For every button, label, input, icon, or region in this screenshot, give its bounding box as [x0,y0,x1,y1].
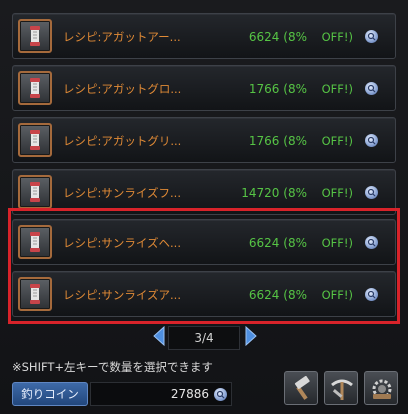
quantity-hint: ※SHIFT+左キーで数量を選択できます [12,360,213,374]
currency-amount: 27886 [170,387,209,401]
item-price: 6624 (8% [248,288,307,302]
magnify-icon[interactable] [365,134,378,147]
list-item[interactable]: レシピ:アガットグロ... 1766 (8% OFF!) [12,65,396,111]
recipe-scroll-icon [18,123,52,157]
currency-amount-field: 27886 [90,382,232,406]
recipe-scroll-icon [18,71,52,105]
currency-label: 釣りコイン [12,382,88,406]
item-price: 14720 (8% [241,186,307,200]
item-price: 6624 (8% [248,30,307,44]
item-status: OFF!) [321,288,353,302]
list-item[interactable]: レシピ:サンライズヘ... 6624 (8% OFF!) [12,219,396,265]
hammer-icon[interactable] [284,371,318,405]
page-indicator: 3/4 [168,326,240,350]
magnify-icon[interactable] [365,288,378,301]
magnify-icon[interactable] [365,186,378,199]
item-name: レシピ:サンライズフ... [63,186,181,200]
prev-page-arrow-icon[interactable] [152,325,166,347]
list-item[interactable]: レシピ:サンライズフ... 14720 (8% OFF!) [12,169,396,215]
item-name: レシピ:サンライズア... [63,288,181,302]
item-status: OFF!) [321,134,353,148]
next-page-arrow-icon[interactable] [244,325,258,347]
magnify-icon[interactable] [214,388,227,401]
item-price: 6624 (8% [248,236,307,250]
item-price: 1766 (8% [248,134,307,148]
recipe-scroll-icon [18,225,52,259]
list-item[interactable]: レシピ:アガットグリ... 1766 (8% OFF!) [12,117,396,163]
gear-box-icon[interactable] [364,371,398,405]
item-name: レシピ:サンライズヘ... [63,236,181,250]
item-status: OFF!) [321,82,353,96]
item-status: OFF!) [321,186,353,200]
recipe-scroll-icon [18,175,52,209]
item-price: 1766 (8% [248,82,307,96]
magnify-icon[interactable] [365,236,378,249]
list-item[interactable]: レシピ:アガットアー... 6624 (8% OFF!) [12,13,396,59]
shop-panel: レシピ:アガットアー... 6624 (8% OFF!) レシピ:アガットグロ.… [0,0,408,414]
item-name: レシピ:アガットグロ... [63,82,182,96]
list-item[interactable]: レシピ:サンライズア... 6624 (8% OFF!) [12,271,396,317]
recipe-scroll-icon [18,19,52,53]
item-status: OFF!) [321,30,353,44]
magnify-icon[interactable] [365,82,378,95]
item-name: レシピ:アガットアー... [63,30,181,44]
item-name: レシピ:アガットグリ... [63,134,182,148]
recipe-scroll-icon [18,277,52,311]
magnify-icon[interactable] [365,30,378,43]
item-status: OFF!) [321,236,353,250]
pickaxe-tools-icon[interactable] [324,371,358,405]
